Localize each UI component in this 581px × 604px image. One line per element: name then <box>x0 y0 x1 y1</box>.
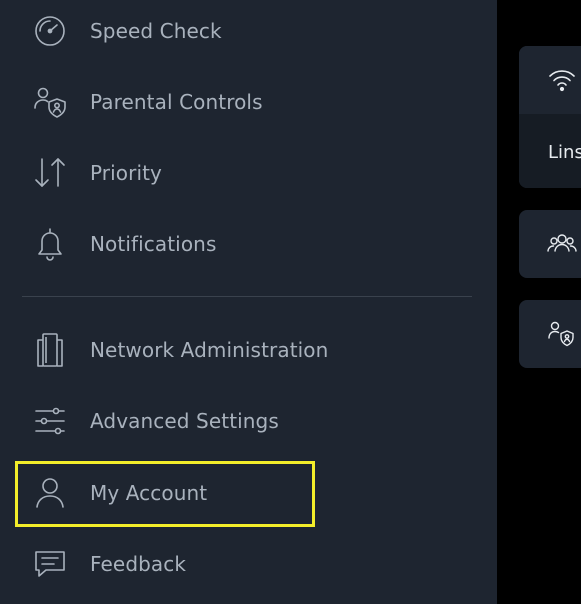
menu-label-network-administration: Network Administration <box>90 338 329 362</box>
menu-item-notifications[interactable]: Notifications <box>20 214 480 274</box>
wifi-card-header <box>519 46 581 114</box>
sliders-icon <box>32 403 68 439</box>
parental-card[interactable] <box>519 300 581 368</box>
bell-icon <box>32 226 68 262</box>
menu-item-advanced-settings[interactable]: Advanced Settings <box>20 391 480 451</box>
wifi-icon <box>547 65 577 95</box>
menu-label-my-account: My Account <box>90 481 208 505</box>
devices-group-icon <box>547 229 577 259</box>
priority-arrows-icon <box>32 155 68 191</box>
menu-item-priority[interactable]: Priority <box>20 143 480 203</box>
menu-label-notifications: Notifications <box>90 232 217 256</box>
menu-divider <box>22 296 472 297</box>
menu-item-feedback[interactable]: Feedback <box>20 534 480 594</box>
user-icon <box>32 475 68 511</box>
parental-controls-icon <box>547 319 577 349</box>
menu-item-my-account[interactable]: My Account <box>20 463 480 523</box>
menu-item-network-administration[interactable]: Network Administration <box>20 320 480 380</box>
menu-label-parental-controls: Parental Controls <box>90 90 263 114</box>
menu-label-advanced-settings: Advanced Settings <box>90 409 279 433</box>
menu-item-parental-controls[interactable]: Parental Controls <box>20 72 480 132</box>
wifi-network-name: Lins <box>548 142 581 163</box>
menu-label-feedback: Feedback <box>90 552 187 576</box>
wifi-card[interactable]: Lins <box>519 46 581 188</box>
menu-item-speed-check[interactable]: Speed Check <box>20 1 480 61</box>
app-screen: Speed Check Parental Controls Priority N… <box>0 0 581 604</box>
network-admin-icon <box>32 332 68 368</box>
menu-label-priority: Priority <box>90 161 162 185</box>
parental-controls-icon <box>32 84 68 120</box>
navigation-drawer: Speed Check Parental Controls Priority N… <box>0 0 497 604</box>
devices-card[interactable] <box>519 210 581 278</box>
speedometer-icon <box>32 13 68 49</box>
chat-bubble-icon <box>32 546 68 582</box>
menu-label-speed-check: Speed Check <box>90 19 222 43</box>
